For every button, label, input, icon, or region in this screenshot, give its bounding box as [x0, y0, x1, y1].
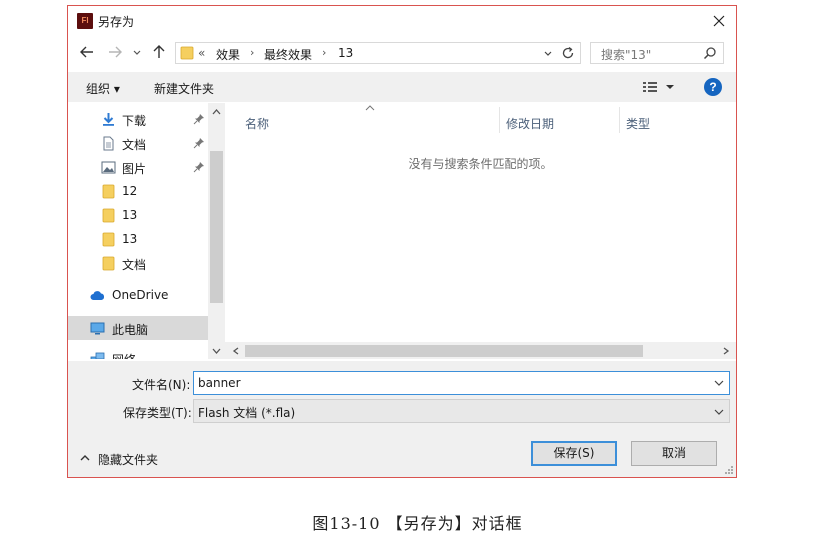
breadcrumb-item[interactable]: 最终效果: [264, 46, 312, 63]
cancel-button[interactable]: 取消: [631, 441, 717, 466]
picture-icon: [101, 160, 116, 175]
computer-icon: [90, 321, 105, 336]
file-list[interactable]: 名称 修改日期 类型 没有与搜索条件匹配的项。: [225, 103, 736, 359]
hide-folders-label: 隐藏文件夹: [98, 453, 159, 467]
scrollbar-thumb[interactable]: [245, 345, 643, 357]
resize-grip-icon[interactable]: [724, 465, 734, 475]
chevron-down-icon[interactable]: [714, 378, 724, 388]
address-dropdown-icon[interactable]: [542, 47, 554, 59]
sidebar-item-label: 图片: [122, 162, 147, 176]
network-icon: [90, 351, 105, 359]
folder-icon: [101, 232, 116, 247]
title-bar: Fl 另存为: [68, 6, 736, 36]
sidebar-item-label: 此电脑: [112, 323, 149, 337]
sidebar-item-label: 13: [122, 208, 138, 222]
search-icon: [703, 47, 716, 60]
empty-results-message: 没有与搜索条件匹配的项。: [408, 157, 553, 171]
command-toolbar: 组织 ▾ 新建文件夹 ?: [68, 72, 736, 102]
search-box[interactable]: 搜索"13": [590, 42, 724, 64]
file-list-scrollbar[interactable]: [225, 342, 736, 359]
breadcrumb-item[interactable]: 效果: [216, 46, 240, 63]
navigation-pane: 下载文档图片121313文档OneDrive此电脑网络: [68, 103, 225, 359]
sidebar-item-label: 12: [122, 184, 138, 198]
filename-label: 文件名(N):: [132, 378, 191, 392]
breadcrumb-separator-icon[interactable]: ›: [250, 46, 254, 59]
chevron-down-icon[interactable]: [714, 407, 724, 417]
window-title: 另存为: [98, 15, 135, 29]
column-divider[interactable]: [499, 107, 500, 133]
refresh-icon[interactable]: [560, 45, 576, 61]
up-button[interactable]: [150, 43, 168, 61]
save-button[interactable]: 保存(S): [531, 441, 617, 466]
download-icon: [101, 112, 116, 127]
new-folder-button[interactable]: 新建文件夹: [154, 80, 214, 97]
sidebar-item-label: 下载: [122, 114, 147, 128]
sidebar-item-label: 13: [122, 232, 138, 246]
cloud-icon: [90, 288, 105, 303]
sidebar-item[interactable]: 文档: [68, 131, 208, 155]
scrollbar-thumb[interactable]: [210, 151, 223, 303]
breadcrumb-item[interactable]: 13: [338, 46, 353, 60]
sidebar-item[interactable]: 13: [68, 227, 208, 251]
back-button[interactable]: [78, 43, 96, 61]
chevron-up-icon: [80, 455, 90, 461]
sidebar-item[interactable]: OneDrive: [68, 283, 208, 307]
close-button[interactable]: [706, 9, 732, 33]
column-header-date[interactable]: 修改日期: [506, 115, 554, 132]
sidebar-item[interactable]: 图片: [68, 155, 208, 179]
view-details-icon[interactable]: [642, 80, 658, 94]
document-icon: [101, 136, 116, 151]
sidebar-item-label: 文档: [122, 258, 147, 272]
forward-button[interactable]: [106, 43, 124, 61]
close-icon: [713, 15, 725, 27]
scroll-up-icon[interactable]: [211, 107, 222, 117]
arrow-up-icon: [153, 45, 165, 58]
filetype-select[interactable]: Flash 文档 (*.fla): [193, 399, 730, 423]
breadcrumb-separator-icon[interactable]: ›: [322, 46, 326, 59]
pin-icon[interactable]: [193, 161, 205, 173]
folder-icon: [101, 256, 116, 271]
arrow-right-icon: [109, 46, 122, 58]
view-dropdown-icon[interactable]: [665, 82, 675, 92]
save-as-dialog: Fl 另存为 « 效果 › 最终效果 › 13 搜索"13" 组织 ▾ 新建文件…: [67, 5, 737, 478]
pin-icon[interactable]: [193, 113, 205, 125]
scroll-right-icon[interactable]: [721, 346, 731, 356]
folder-icon: [101, 208, 116, 223]
address-bar[interactable]: « 效果 › 最终效果 › 13: [175, 42, 581, 64]
sidebar-item[interactable]: 13: [68, 203, 208, 227]
folder-icon: [180, 46, 194, 60]
sidebar-item-label: 文档: [122, 138, 147, 152]
filetype-label: 保存类型(T):: [123, 406, 192, 420]
pin-icon[interactable]: [193, 137, 205, 149]
scroll-down-icon[interactable]: [211, 346, 222, 356]
filename-input[interactable]: [193, 371, 730, 395]
recent-locations-button[interactable]: [131, 43, 143, 61]
figure-caption: 图13-10 【另存为】对话框: [312, 514, 523, 533]
navigation-bar: « 效果 › 最终效果 › 13 搜索"13": [68, 40, 736, 66]
folder-icon: [101, 184, 116, 199]
sort-ascending-icon: [365, 105, 375, 111]
nav-pane-scrollbar[interactable]: [208, 103, 225, 359]
sidebar-item[interactable]: 此电脑: [68, 316, 208, 340]
column-divider[interactable]: [619, 107, 620, 133]
help-icon[interactable]: ?: [704, 78, 722, 96]
breadcrumb-overflow[interactable]: «: [198, 46, 205, 60]
flash-app-icon: Fl: [77, 13, 93, 29]
column-header-type[interactable]: 类型: [626, 115, 650, 132]
sidebar-item[interactable]: 下载: [68, 107, 208, 131]
sidebar-item-label: 网络: [112, 351, 136, 359]
sidebar-item-label: OneDrive: [112, 288, 169, 302]
chevron-down-icon: [133, 50, 141, 55]
search-placeholder: 搜索"13": [601, 48, 652, 62]
organize-button[interactable]: 组织 ▾: [86, 80, 120, 97]
sidebar-item[interactable]: 网络: [68, 346, 208, 359]
sidebar-item[interactable]: 文档: [68, 251, 208, 275]
sidebar-item[interactable]: 12: [68, 179, 208, 203]
scroll-left-icon[interactable]: [231, 346, 241, 356]
save-options-panel: 文件名(N): 保存类型(T): Flash 文档 (*.fla) 隐藏文件夹 …: [68, 361, 736, 477]
column-header-name[interactable]: 名称: [245, 115, 269, 132]
arrow-left-icon: [80, 46, 93, 58]
